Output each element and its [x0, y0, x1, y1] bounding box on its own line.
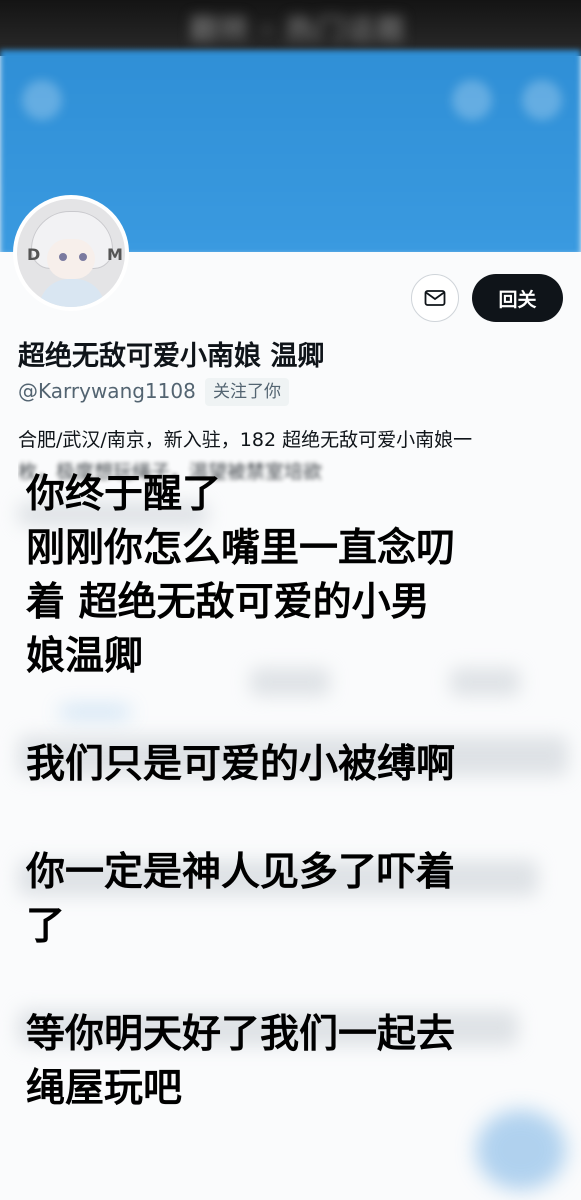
- bio-line: 合肥/武汉/南京，新入驻，182 超绝无敌可爱小南娘一: [18, 429, 473, 451]
- display-name: 超绝无敌可爱小南娘 温卿: [18, 341, 325, 372]
- search-icon[interactable]: [452, 80, 492, 120]
- caption-line: 绳屋玩吧: [26, 1066, 183, 1111]
- caption-line: 了: [26, 904, 66, 949]
- follow-back-button[interactable]: 回关: [472, 274, 563, 322]
- mail-icon: [424, 290, 446, 306]
- avatar-face: [47, 239, 95, 279]
- avatar-letter-left: D: [27, 245, 41, 264]
- caption-line: 你一定是神人见多了吓着: [26, 850, 456, 895]
- avatar[interactable]: D M: [13, 195, 129, 311]
- blurred-compose-button: [476, 1110, 566, 1190]
- status-bar-blurred-text: 翻转 · 热门话题: [190, 13, 407, 46]
- follows-you-badge: 关注了你: [205, 378, 289, 406]
- more-icon[interactable]: [522, 80, 562, 120]
- caption-line: 着 超绝无敌可爱的小男: [26, 580, 430, 625]
- caption-line: 我们只是可爱的小被缚啊: [26, 742, 456, 787]
- avatar-letter-right: M: [107, 245, 123, 264]
- caption-line: 娘温卿: [26, 634, 144, 679]
- message-button[interactable]: [411, 274, 459, 322]
- avatar-body: [39, 279, 105, 307]
- caption-line: 等你明天好了我们一起去: [26, 1012, 456, 1057]
- caption-line: 你终于醒了: [26, 472, 222, 517]
- overlay-caption: 你终于醒了 刚刚你怎么嘴里一直念叨 着 超绝无敌可爱的小男 娘温卿 我们只是可爱…: [26, 468, 566, 1116]
- status-bar: 翻转 · 热门话题: [0, 0, 581, 56]
- caption-line: 刚刚你怎么嘴里一直念叨: [26, 526, 456, 571]
- back-icon[interactable]: [22, 80, 62, 120]
- avatar-eye: [59, 253, 67, 261]
- user-handle: @Karrywang1108: [18, 379, 196, 403]
- avatar-eye: [79, 253, 87, 261]
